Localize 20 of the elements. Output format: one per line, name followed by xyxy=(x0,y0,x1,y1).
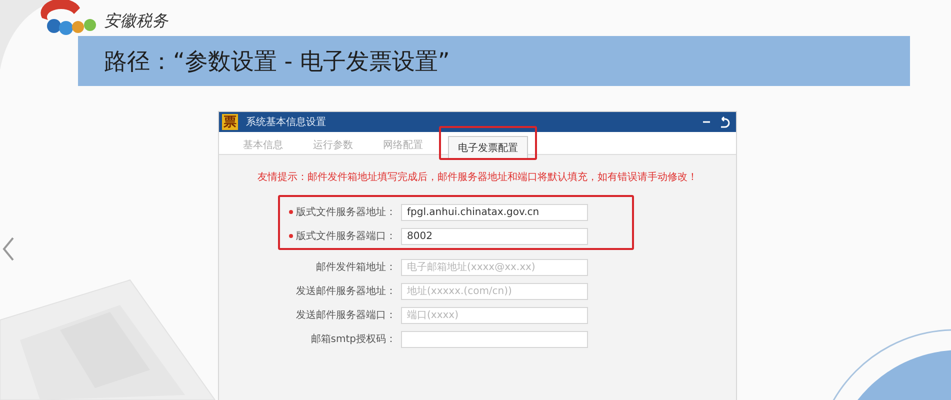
field-label: 发送邮件服务器端口： xyxy=(296,308,396,322)
brand-name: 安徽税务 xyxy=(104,10,168,32)
chevron-left-icon[interactable] xyxy=(2,237,14,261)
field-label: 版式文件服务器地址： xyxy=(296,206,396,219)
app-icon: 票 xyxy=(222,114,238,130)
input-field[interactable]: 端口(xxxx) xyxy=(401,306,588,324)
notice-text: 友情提示：邮件发件箱地址填写完成后，邮件服务器地址和端口将默认填充，如有错误请手动修改！ xyxy=(258,170,698,184)
slide-title: 路径：“参数设置 - 电子发票设置” xyxy=(104,48,450,76)
input-field[interactable] xyxy=(401,330,588,348)
field-label: 邮件发件箱地址： xyxy=(316,260,396,274)
window-title: 系统基本信息设置 xyxy=(246,116,327,129)
back-icon[interactable] xyxy=(719,116,730,128)
input-field[interactable]: fpgl.anhui.chinatax.gov.cn xyxy=(401,204,588,220)
input-field[interactable]: 电子邮箱地址(xxxx@xx.xx) xyxy=(401,258,588,276)
input-field[interactable]: 8002 xyxy=(401,228,588,244)
field-label: 发送邮件服务器地址： xyxy=(296,284,396,298)
field-label: 版式文件服务器端口： xyxy=(296,230,396,243)
field-label: 邮箱smtp授权码： xyxy=(310,332,396,346)
input-field[interactable]: 地址(xxxxx.(com/cn)) xyxy=(401,282,588,300)
tab[interactable]: 电子发票配置 xyxy=(448,136,528,158)
